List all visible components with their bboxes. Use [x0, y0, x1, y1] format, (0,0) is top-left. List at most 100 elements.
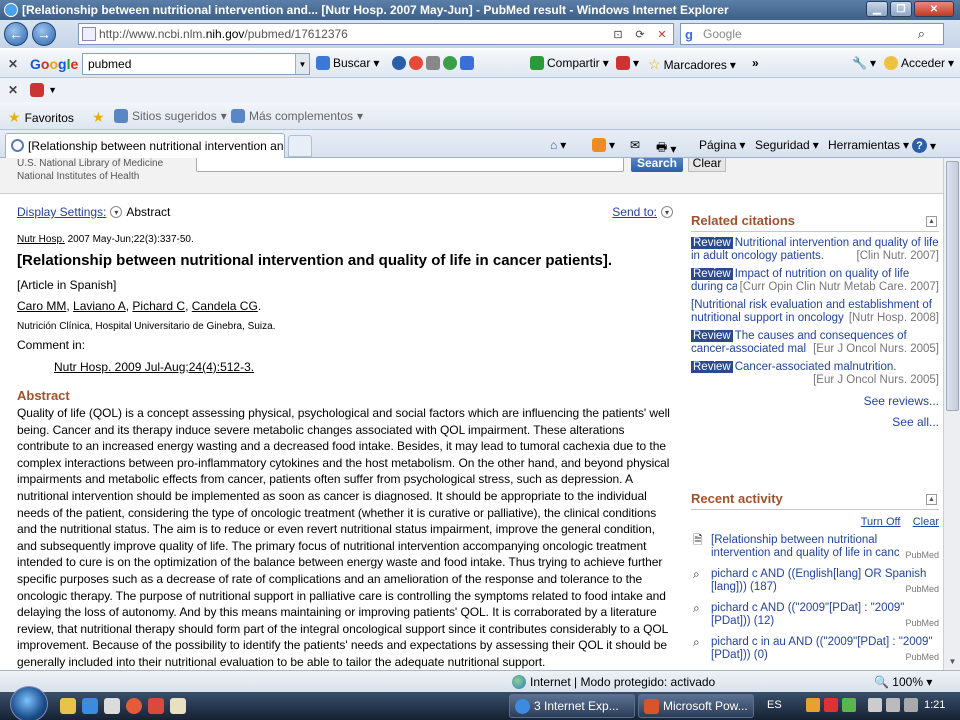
ie-icon[interactable]	[82, 698, 98, 714]
volume-icon[interactable]	[886, 698, 900, 712]
feeds-button[interactable]: ▾	[592, 138, 615, 152]
search-icon: ⌕	[693, 601, 700, 615]
document-icon: 🗎	[693, 533, 703, 547]
close-toolbar-icon[interactable]: ✕	[8, 57, 20, 71]
author-link[interactable]: Candela CG	[192, 299, 258, 313]
dropdown-icon[interactable]: ▼	[295, 54, 309, 74]
more-button[interactable]: »	[752, 56, 759, 70]
pubmed-clear-button[interactable]: Clear	[688, 158, 726, 172]
back-button[interactable]: ←	[4, 22, 28, 46]
recent-item[interactable]: 🗎 [Relationship between nutritional inter…	[691, 534, 939, 562]
send-to-link[interactable]: Send to:	[612, 205, 657, 219]
wrench-button[interactable]: 🔧 ▾	[852, 56, 876, 70]
journal-link[interactable]: Nutr Hosp.	[17, 234, 65, 245]
related-title[interactable]: Cancer-associated malnutrition.	[735, 361, 897, 373]
author-link[interactable]: Laviano A	[73, 299, 126, 313]
stop-icon[interactable]: ✕	[653, 26, 671, 42]
chevron-down-icon[interactable]: ▾	[661, 206, 673, 218]
blocker-button[interactable]: ▾	[616, 56, 639, 70]
chrome-icon[interactable]	[126, 698, 142, 714]
language-indicator[interactable]: ES	[767, 699, 782, 711]
start-button[interactable]	[10, 686, 48, 720]
buscar-button[interactable]: Buscar ▾	[316, 56, 379, 70]
suggested-sites-button[interactable]: Sitios sugeridos ▾	[114, 109, 227, 123]
related-item[interactable]: Review Cancer-associated malnutrition. [Eu…	[691, 361, 939, 387]
acceder-button[interactable]: Acceder ▾	[884, 56, 954, 70]
recent-item[interactable]: ⌕ pichard c in au AND (("2009"[PDat] : "2…	[691, 636, 939, 664]
recent-item-source: PubMed	[902, 549, 939, 562]
close-button[interactable]: ✕	[914, 1, 954, 17]
battery-icon[interactable]	[904, 698, 918, 712]
pubmed-search-button[interactable]: Search	[631, 158, 683, 172]
scroll-down-icon[interactable]: ▼	[946, 655, 959, 668]
related-item[interactable]: [Nutritional risk evaluation and establi…	[691, 299, 939, 325]
notes-icon[interactable]	[170, 698, 186, 714]
see-all-link[interactable]: See all...	[691, 415, 939, 429]
recent-item[interactable]: ⌕ pichard c AND ((English[lang] OR Spanis…	[691, 568, 939, 596]
tools-menu[interactable]: Herramientas ▾	[828, 138, 909, 152]
desktop-icon[interactable]	[104, 698, 120, 714]
toolbar-icons-group[interactable]	[392, 56, 474, 70]
related-item[interactable]: Review The causes and consequences of can…	[691, 330, 939, 356]
turn-off-link[interactable]: Turn Off	[861, 516, 901, 528]
app-icon[interactable]	[148, 698, 164, 714]
new-tab-button[interactable]	[288, 135, 312, 157]
network-icon[interactable]	[868, 698, 882, 712]
addon-icon[interactable]	[30, 83, 45, 97]
author-link[interactable]: Caro MM	[17, 299, 66, 313]
author-link[interactable]: Pichard C	[132, 299, 185, 313]
recent-item-source: PubMed	[902, 651, 939, 664]
refresh-icon[interactable]: ⟳	[631, 26, 649, 42]
send-to[interactable]: Send to: ▾	[612, 205, 673, 219]
clear-link[interactable]: Clear	[913, 516, 939, 528]
comment-link[interactable]: Nutr Hosp. 2009 Jul-Aug;24(4):512-3.	[54, 360, 254, 374]
security-zone[interactable]: Internet | Modo protegido: activado	[512, 675, 715, 689]
browser-search-input[interactable]: g Google ⌕	[680, 23, 944, 45]
plus-icon	[460, 56, 474, 70]
review-badge: Review	[691, 330, 733, 342]
zoom-control[interactable]: 🔍 100% ▾	[874, 675, 932, 689]
compat-view-icon[interactable]: ⊡	[609, 26, 627, 42]
recent-item[interactable]: ⌕ pichard c AND (("2009"[PDat] : "2009"[P…	[691, 602, 939, 630]
address-bar[interactable]: http://www.ncbi.nlm. nih.gov/pubmed/17612…	[78, 23, 674, 45]
powerpoint-icon	[644, 699, 659, 714]
collapse-icon[interactable]: ▲	[926, 216, 937, 227]
compartir-button[interactable]: Compartir ▾	[530, 56, 609, 70]
taskbar-ie-button[interactable]: 3 Internet Exp...	[509, 694, 635, 718]
minimize-button[interactable]: ▁	[866, 1, 888, 17]
chevron-down-icon[interactable]: ▼	[48, 85, 57, 95]
close-toolbar-icon[interactable]: ✕	[8, 83, 18, 97]
addons-button[interactable]: Más complementos ▾	[231, 109, 363, 123]
marcadores-button[interactable]: ☆ Marcadores ▾	[648, 56, 736, 73]
tab-label: [Relationship between nutritional interv…	[28, 139, 285, 153]
display-settings-link[interactable]: Display Settings:	[17, 205, 106, 219]
scrollbar-thumb[interactable]	[946, 161, 959, 411]
clock[interactable]: 1:21	[924, 699, 945, 711]
mail-button[interactable]: ✉	[630, 138, 640, 152]
tray-icon[interactable]	[824, 698, 838, 712]
search-icon[interactable]: ⌕	[918, 26, 925, 42]
google-toolbar-search-input[interactable]: pubmed ▼	[82, 53, 310, 75]
related-item[interactable]: Review Nutritional intervention and quali…	[691, 237, 939, 263]
chevron-down-icon[interactable]: ▾	[110, 206, 123, 218]
page-menu[interactable]: Página ▾	[699, 138, 745, 152]
explorer-icon[interactable]	[60, 698, 76, 714]
pubmed-search-input[interactable]	[196, 158, 624, 172]
tray-icon[interactable]	[842, 698, 856, 712]
maximize-button[interactable]: ❐	[890, 1, 912, 17]
related-item[interactable]: Review Impact of nutrition on quality of …	[691, 268, 939, 294]
search-placeholder: Google	[703, 27, 742, 41]
collapse-icon[interactable]: ▲	[926, 494, 937, 505]
print-button[interactable]: 🖶 ▾	[656, 138, 676, 159]
favorites-button[interactable]: ★ Favoritos	[8, 109, 74, 126]
tray-icon[interactable]	[806, 698, 820, 712]
tab-pubmed[interactable]: [Relationship between nutritional interv…	[5, 133, 285, 158]
forward-button[interactable]: →	[32, 22, 56, 46]
taskbar-ppt-button[interactable]: Microsoft Pow...	[638, 694, 754, 718]
home-button[interactable]: ⌂ ▾	[550, 138, 566, 152]
add-favorite-button[interactable]: ★	[92, 109, 105, 126]
safety-menu[interactable]: Seguridad ▾	[755, 138, 819, 152]
vertical-scrollbar[interactable]: ▼	[943, 158, 960, 670]
see-reviews-link[interactable]: See reviews...	[691, 394, 939, 408]
help-button[interactable]: ? ▾	[912, 138, 936, 153]
